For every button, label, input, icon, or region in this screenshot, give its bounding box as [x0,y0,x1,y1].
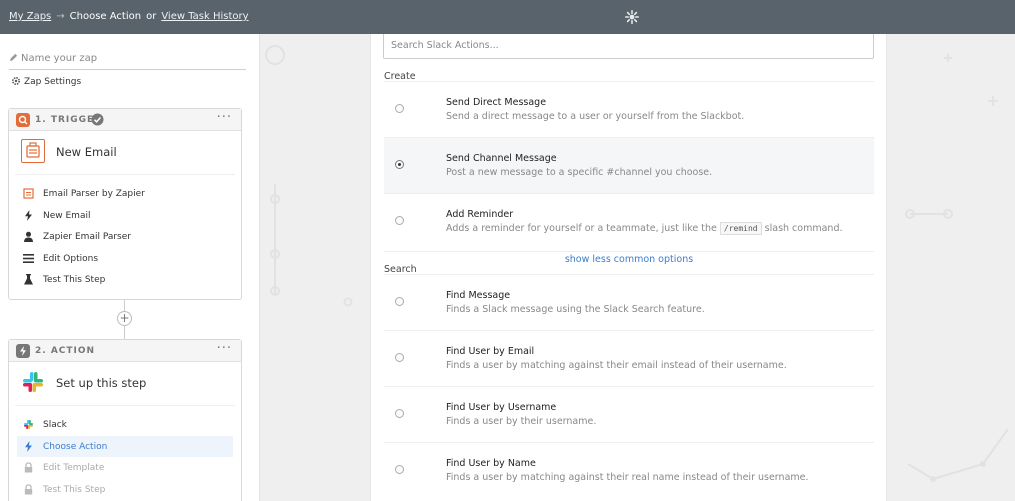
trigger-menu-button[interactable]: ··· [217,110,232,125]
option-description: Finds a user by matching against their e… [446,360,787,371]
trigger-account-item[interactable]: Zapier Email Parser [17,226,233,248]
action-test-label: Test This Step [43,484,106,495]
remind-code: /remind [719,222,762,235]
action-choose-action-item[interactable]: Choose Action [17,435,233,457]
option-add-reminder[interactable]: Add Reminder Adds a reminder for yoursel… [384,193,874,249]
my-zaps-link[interactable]: My Zaps [9,11,51,22]
radio-button[interactable] [395,297,404,306]
trigger-event-label: New Email [43,210,91,221]
action-app-item[interactable]: Slack [17,414,233,436]
spinner-icon [625,10,639,24]
option-description: Send a direct message to a user or yours… [446,111,745,122]
trigger-edit-options-label: Edit Options [43,253,99,264]
bolt-icon [25,440,32,452]
connector-line [124,300,125,311]
option-title: Find Message [446,290,511,301]
background-decoration-right [905,54,1009,482]
action-title: Set up this step [56,376,147,390]
trigger-title-row[interactable]: New Email [15,131,235,175]
option-description: Finds a Slack message using the Slack Se… [446,304,705,315]
action-card-header: 2. ACTION ··· [9,340,241,362]
option-description: Post a new message to a specific #channe… [446,167,713,178]
trigger-event-item[interactable]: New Email [17,205,233,227]
slack-icon [23,419,34,430]
option-description: Finds a user by their username. [446,416,597,427]
sidebar: Name your zap Zap Settings 1. TRIGGER ··… [0,34,260,501]
radio-button[interactable] [395,465,404,474]
breadcrumb-current: Choose Action [69,11,142,22]
slack-icon [23,372,43,392]
action-edit-template-item: Edit Template [17,457,233,479]
trigger-app-label: Email Parser by Zapier [43,189,145,199]
top-bar: My Zaps → Choose Action or View Task History [0,0,1015,34]
trigger-edit-options-item[interactable]: Edit Options [17,248,233,270]
trigger-step-icon [16,113,30,127]
radio-button[interactable] [395,353,404,362]
view-task-history-link[interactable]: View Task History [161,11,248,22]
lock-icon [24,462,33,473]
action-card: 2. ACTION ··· Set up this step Slack Cho… [8,339,242,501]
option-description: Adds a reminder for yourself or a teamma… [446,222,843,235]
pencil-icon [9,53,18,62]
option-title: Add Reminder [446,209,514,220]
radio-button-selected[interactable] [395,160,404,169]
option-find-message[interactable]: Find Message Finds a Slack message using… [384,274,874,330]
gear-icon [11,76,21,86]
user-icon [24,231,33,242]
option-title: Find User by Name [446,458,536,469]
action-selector-panel: Search Slack Actions... Create Send Dire… [370,34,887,501]
radio-button[interactable] [395,104,404,113]
trigger-account-label: Zapier Email Parser [43,232,131,242]
trigger-card: 1. TRIGGER ··· New Email Email Parser by… [8,108,242,300]
option-title: Find User by Username [446,402,557,413]
option-find-user-by-name[interactable]: Find User by Name Finds a user by matchi… [384,442,874,498]
option-title: Find User by Email [446,346,535,357]
trigger-test-label: Test This Step [43,275,106,285]
zap-name-placeholder: Name your zap [21,53,98,64]
option-description-text: Adds a reminder for yourself or a teamma… [446,223,717,234]
add-step-button[interactable]: + [117,311,132,326]
zap-settings-link[interactable]: Zap Settings [11,76,81,87]
action-choose-action-label: Choose Action [43,441,108,452]
flask-icon [24,274,33,285]
list-icon [23,253,34,263]
email-parser-icon [21,139,45,163]
option-title: Send Direct Message [446,97,547,108]
search-actions-input[interactable]: Search Slack Actions... [383,34,874,59]
action-step-icon [16,344,30,358]
trigger-test-item[interactable]: Test This Step [17,269,233,291]
action-test-item: Test This Step [17,479,233,501]
connector-line [124,326,125,339]
option-send-channel-message[interactable]: Send Channel Message Post a new message … [384,137,874,193]
trigger-card-header: 1. TRIGGER ··· [9,109,241,131]
option-find-user-by-username[interactable]: Find User by Username Finds a user by th… [384,386,874,442]
option-description: Finds a user by matching against their r… [446,472,809,483]
action-step-label: 2. ACTION [35,346,96,356]
trigger-title: New Email [56,145,117,159]
lock-icon [24,483,33,494]
trigger-app-item[interactable]: Email Parser by Zapier [17,183,233,205]
breadcrumb-arrow: → [56,11,65,22]
radio-button[interactable] [395,216,404,225]
breadcrumb: My Zaps → Choose Action or View Task History [9,11,249,22]
background-decoration [265,45,353,307]
email-parser-icon [23,188,34,199]
option-title: Send Channel Message [446,153,557,164]
action-title-row[interactable]: Set up this step [15,362,235,406]
zap-settings-label: Zap Settings [24,77,82,87]
check-circle-icon [91,113,104,126]
bolt-icon [25,209,32,221]
zap-name-field[interactable]: Name your zap [9,53,246,70]
radio-button[interactable] [395,409,404,418]
action-menu-button[interactable]: ··· [217,341,232,356]
option-send-direct-message[interactable]: Send Direct Message Send a direct messag… [384,81,874,137]
action-app-label: Slack [43,420,67,430]
breadcrumb-or: or [146,11,157,22]
option-find-user-by-email[interactable]: Find User by Email Finds a user by match… [384,330,874,386]
action-edit-template-label: Edit Template [43,463,105,473]
option-description-text: slash command. [764,223,843,234]
show-less-options-link[interactable]: show less common options [384,251,874,265]
